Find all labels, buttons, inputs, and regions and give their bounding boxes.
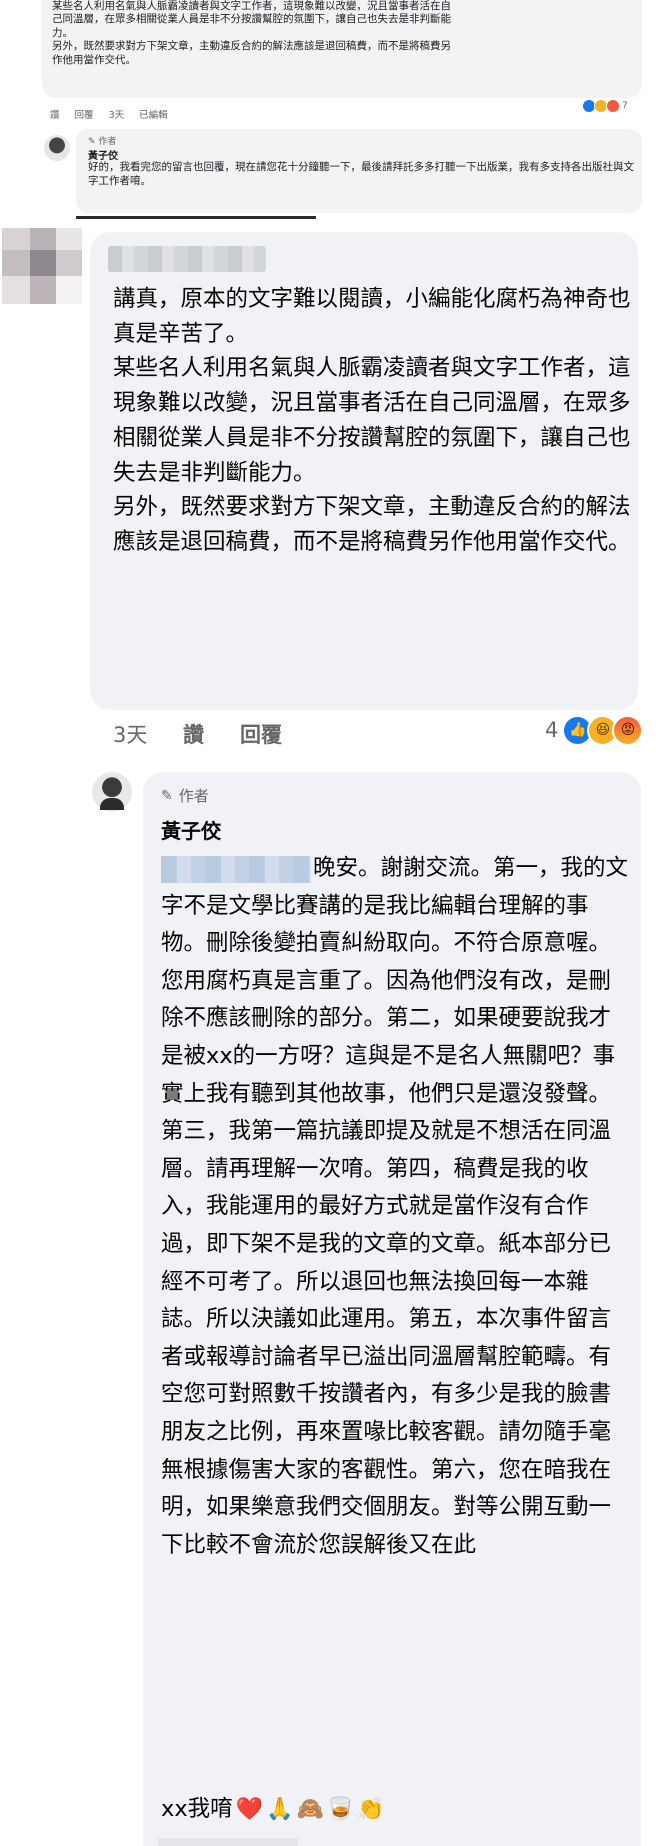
- embedded-avatar[interactable]: [44, 135, 70, 161]
- reaction-count: 4: [545, 718, 559, 742]
- embedded-line: 力。: [52, 26, 73, 39]
- pencil-icon: ✎: [161, 787, 173, 804]
- comment-paragraph: 另外，既然要求對方下架文章，主動違反合約的解法應該是退回稿費，而不是將稿費另作他…: [113, 494, 631, 555]
- blurred-commenter-name[interactable]: [108, 246, 266, 272]
- embedded-reply-link[interactable]: 回覆: [75, 110, 94, 121]
- reply-avatar[interactable]: [92, 772, 132, 812]
- embedded-line: 某些名人利用名氣與人脈霸凌讀者與文字工作者，這現象難以改變，況且當事者活在自: [52, 0, 451, 12]
- embedded-reaction-count: 7: [622, 101, 628, 111]
- author-badge: ✎ 作者: [161, 785, 209, 806]
- comment-text: 講真，原本的文字難以閱讀，小編能化腐朽為神奇也真是辛苦了。 某些名人利用名氣與人…: [113, 282, 633, 560]
- embedded-like-link[interactable]: 讚: [50, 110, 60, 121]
- embedded-time: 3天: [108, 110, 125, 121]
- embedded-reply-bubble: ✎ 作者 黃子佼 好的，我看完您的留言也回覆，現在請您花十分鐘聽一下，最後請拜託…: [76, 129, 642, 213]
- heart-icon: ❤️: [235, 1797, 264, 1822]
- reply-author-name[interactable]: 黃子佼: [161, 815, 221, 844]
- embedded-line: 己同溫層，在眾多相關從業人員是非不分按讚幫腔的氛圍下，讓自己也失去是非判斷能: [52, 13, 451, 26]
- reply-text-tail: xx我唷 ❤️ 🙏 🙈 🥃 👏: [161, 1791, 385, 1829]
- like-link[interactable]: 讚: [183, 719, 204, 749]
- comment-reactions[interactable]: 4 👍 😆 😡: [545, 714, 644, 746]
- see-no-evil-monkey-icon: 🙈: [296, 1797, 324, 1822]
- embedded-reactions[interactable]: 7: [582, 98, 628, 114]
- pray-icon: 🙏: [266, 1797, 294, 1822]
- reply-link[interactable]: 回覆: [240, 719, 282, 749]
- reply-text: 晚安。謝謝交流。第一，我的文字不是文學比賽講的是我比編輯台理解的事物。刪除後變拍…: [161, 855, 629, 1558]
- embedded-actions: 讚 回覆 3天 已編輯: [50, 107, 180, 121]
- whisky-glass-icon: 🥃: [326, 1797, 355, 1822]
- cut-off-actions: [158, 1838, 298, 1846]
- embedded-author-tag: ✎ 作者: [88, 137, 117, 147]
- embedded-reply-body: 好的，我看完您的留言也回覆，現在請您花十分鐘聽一下，最後請拜託多多打聽一下出版業…: [88, 161, 634, 187]
- divider: [76, 216, 316, 219]
- comment-paragraph: 某些名人利用名氣與人脈霸凌讀者與文字工作者，這現象難以改變，況且當事者活在自己同…: [113, 355, 631, 486]
- clap-icon: 👏: [357, 1797, 385, 1822]
- embedded-screenshot: 某些名人利用名氣與人脈霸凌讀者與文字工作者，這現象難以改變，況且當事者活在自 己…: [0, 0, 656, 219]
- angry-icon: 😡: [612, 714, 644, 746]
- reply-tail-text: xx我唷: [161, 1796, 233, 1822]
- embedded-reply-name[interactable]: 黃子佼: [88, 147, 118, 162]
- angry-icon: [606, 99, 620, 113]
- embedded-edited: 已編輯: [139, 110, 168, 121]
- comment-time[interactable]: 3天: [113, 719, 147, 749]
- embedded-line: 作他用當作交代。: [52, 53, 136, 66]
- embedded-comment-text: 某些名人利用名氣與人脈霸凌讀者與文字工作者，這現象難以改變，況且當事者活在自 己…: [52, 0, 638, 67]
- author-badge-label: 作者: [178, 787, 209, 805]
- blurred-avatar[interactable]: [2, 228, 84, 304]
- embedded-line: 另外，既然要求對方下架文章，主動違反合約的解法應該是退回稿費，而不是將稿費另: [52, 40, 451, 53]
- comment-paragraph: 講真，原本的文字難以閱讀，小編能化腐朽為神奇也真是辛苦了。: [113, 286, 631, 347]
